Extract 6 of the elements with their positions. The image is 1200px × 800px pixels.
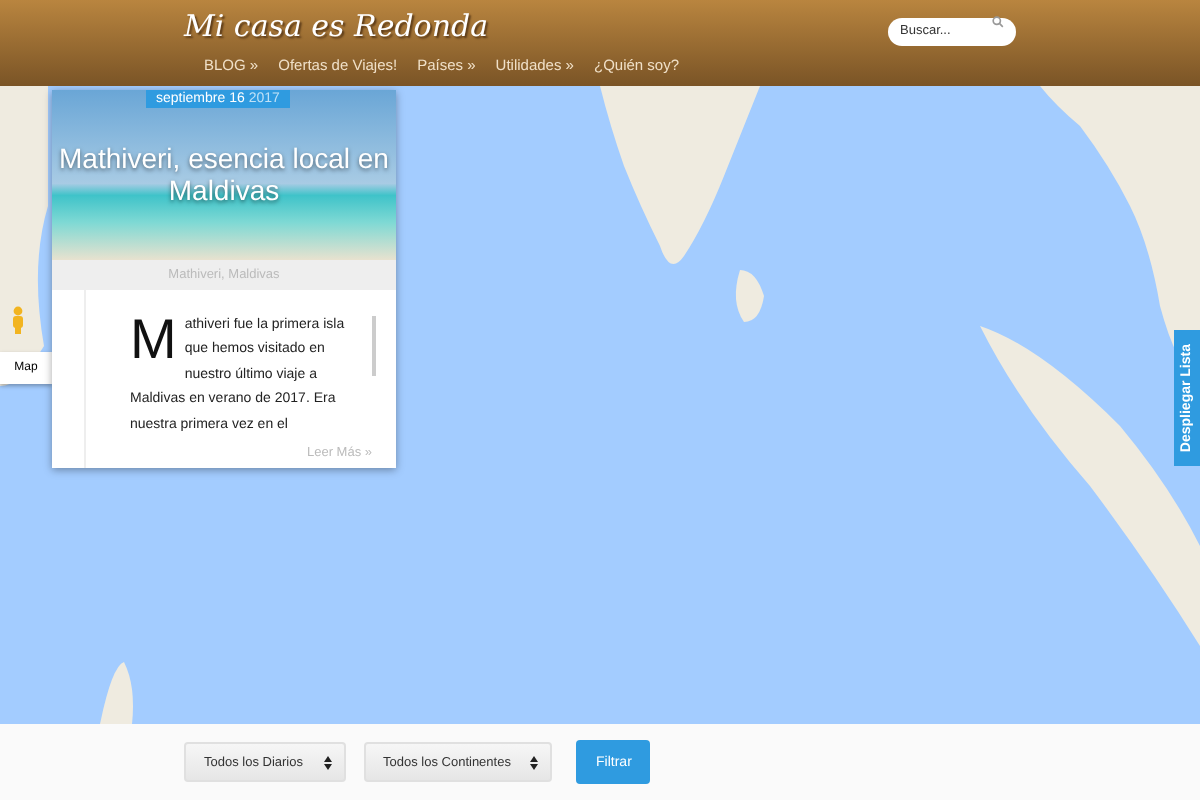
scrollbar-icon[interactable]	[372, 316, 376, 376]
search-icon	[992, 16, 1004, 28]
site-logo[interactable]: Mi casa es Redonda	[184, 4, 680, 44]
sort-arrows-icon	[323, 755, 331, 769]
sort-arrows-icon	[530, 755, 539, 769]
person-icon[interactable]	[12, 306, 24, 334]
